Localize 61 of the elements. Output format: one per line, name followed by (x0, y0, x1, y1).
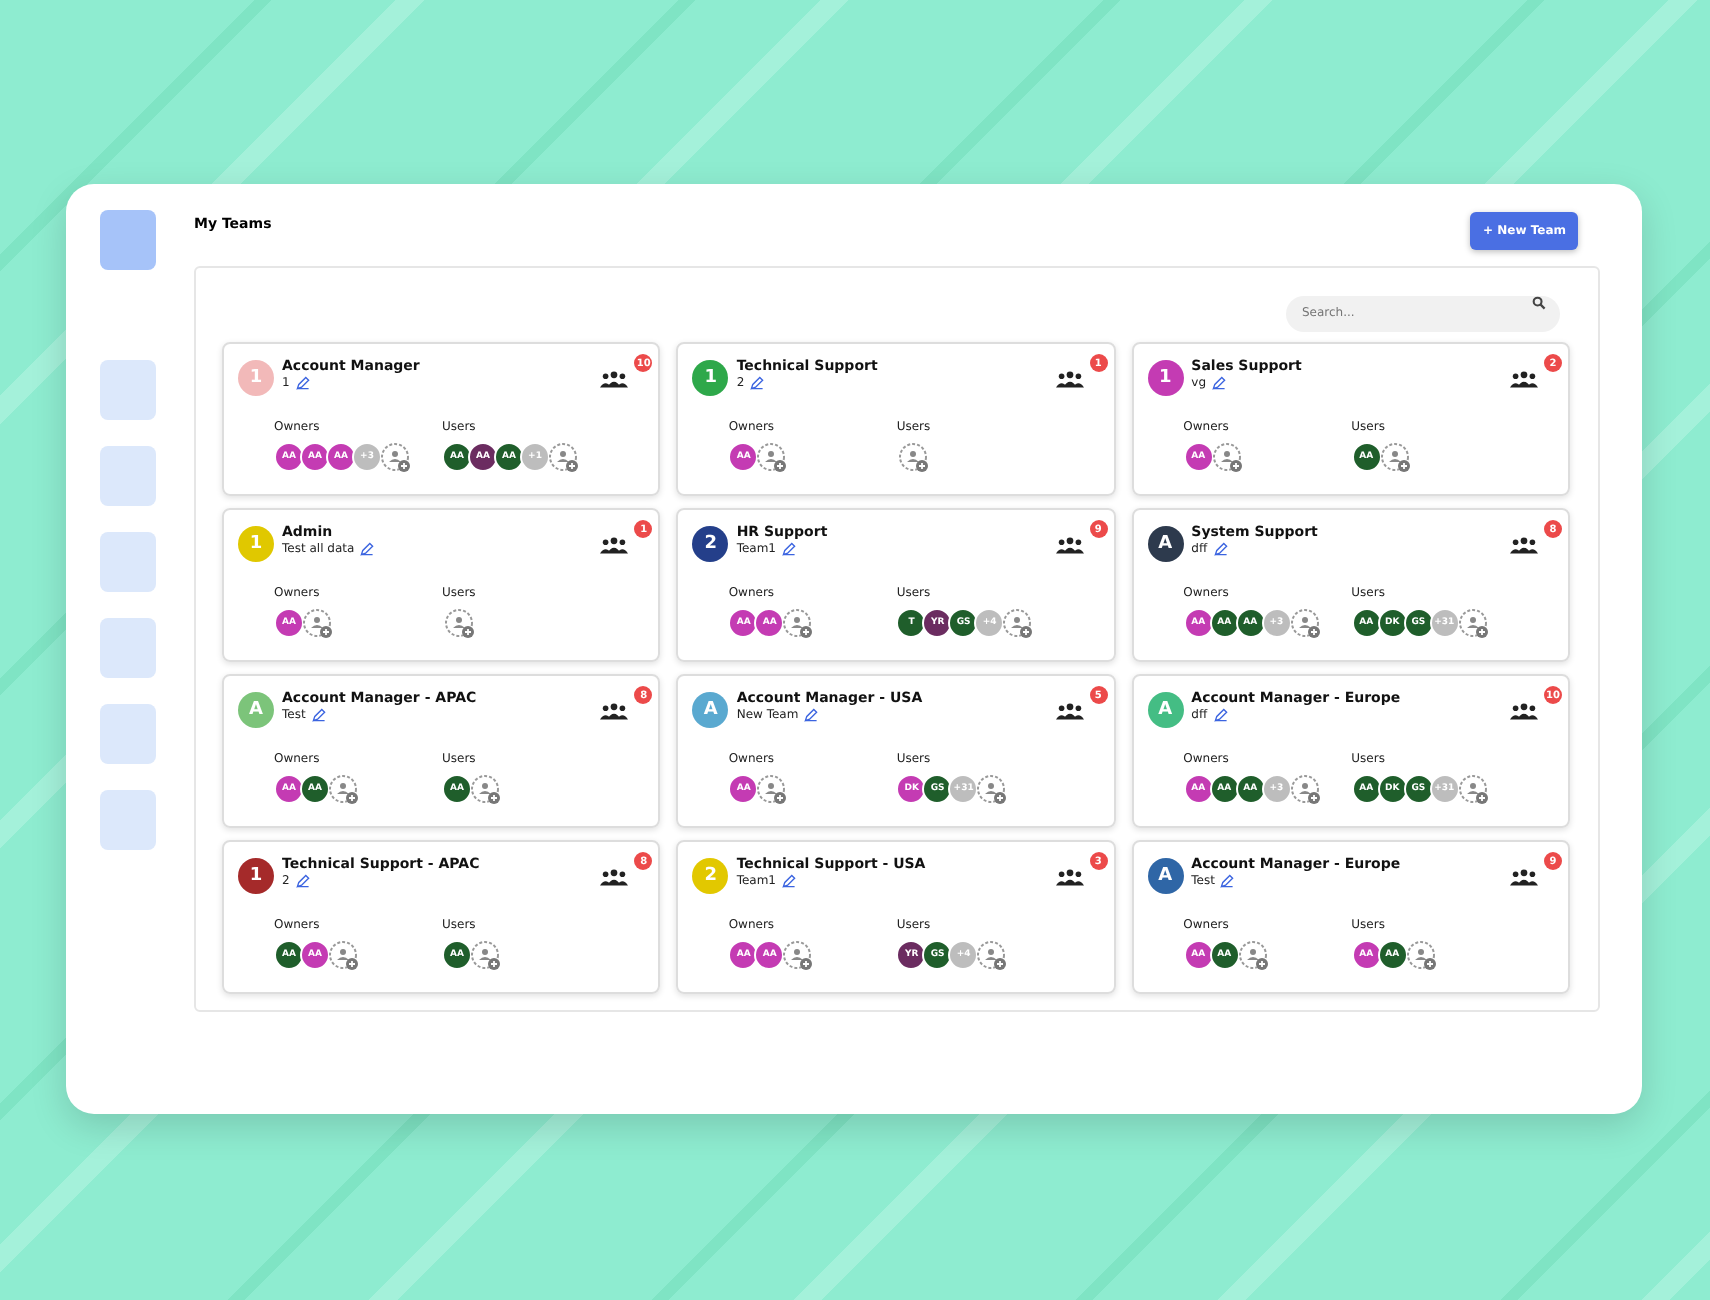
team-avatar: 1 (1147, 360, 1184, 396)
team-avatar: A (1147, 526, 1184, 562)
edit-icon[interactable] (782, 874, 797, 888)
add-member-icon[interactable] (1289, 774, 1322, 806)
edit-icon[interactable] (750, 376, 765, 390)
add-member-icon[interactable] (976, 774, 1009, 806)
people-icon (1509, 868, 1538, 886)
people-icon (1055, 536, 1084, 554)
edit-icon[interactable] (360, 542, 375, 556)
add-member-icon[interactable] (1405, 940, 1438, 972)
team-avatar: 2 (692, 526, 729, 562)
edit-icon[interactable] (1213, 708, 1228, 722)
add-member-icon[interactable] (898, 442, 931, 474)
people-icon (600, 536, 629, 554)
edit-icon[interactable] (1212, 376, 1227, 390)
team-avatar: 1 (238, 360, 274, 396)
search-icon[interactable] (1532, 296, 1546, 310)
team-avatar: A (238, 692, 274, 728)
people-icon (1509, 370, 1538, 388)
edit-icon[interactable] (804, 708, 819, 722)
people-icon (1509, 536, 1538, 554)
edit-icon[interactable] (311, 708, 326, 722)
add-member-icon[interactable] (1237, 940, 1270, 972)
edit-icon[interactable] (1213, 542, 1228, 556)
add-member-icon[interactable] (782, 608, 815, 640)
team-avatar: 1 (692, 360, 729, 396)
add-member-icon[interactable] (756, 442, 789, 474)
edit-icon[interactable] (1220, 874, 1235, 888)
people-icon (1509, 702, 1538, 720)
add-member-icon[interactable] (470, 774, 502, 806)
add-member-icon[interactable] (1457, 608, 1490, 640)
add-member-icon[interactable] (444, 608, 476, 640)
add-member-icon[interactable] (756, 774, 789, 806)
edit-icon[interactable] (782, 542, 797, 556)
team-avatar: A (692, 692, 729, 728)
add-member-icon[interactable] (1379, 442, 1412, 474)
people-icon (600, 370, 629, 388)
add-member-icon[interactable] (782, 940, 815, 972)
edit-icon[interactable] (295, 874, 310, 888)
add-member-icon[interactable] (380, 442, 412, 474)
team-avatar: 1 (238, 858, 274, 894)
add-member-icon[interactable] (1002, 608, 1035, 640)
add-member-icon[interactable] (548, 442, 580, 474)
add-member-icon[interactable] (328, 774, 360, 806)
team-avatar: A (1147, 692, 1184, 728)
people-icon (1055, 370, 1084, 388)
add-member-icon[interactable] (1457, 774, 1490, 806)
add-member-icon[interactable] (470, 940, 502, 972)
people-icon (1055, 702, 1084, 720)
add-member-icon[interactable] (1289, 608, 1322, 640)
add-member-icon[interactable] (976, 940, 1009, 972)
team-avatar: 2 (692, 858, 729, 894)
add-member-icon[interactable] (1211, 442, 1244, 474)
add-member-icon[interactable] (302, 608, 334, 640)
people-icon (600, 868, 629, 886)
edit-icon[interactable] (295, 376, 310, 390)
team-avatar: 1 (238, 526, 274, 562)
team-avatar: A (1147, 858, 1184, 894)
add-member-icon[interactable] (328, 940, 360, 972)
people-icon (600, 702, 629, 720)
people-icon (1055, 868, 1084, 886)
